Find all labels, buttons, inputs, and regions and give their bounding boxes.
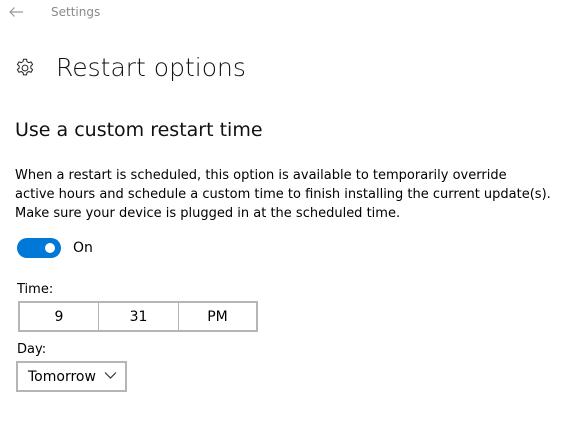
day-label: Day: xyxy=(17,342,47,357)
description-line: active hours and schedule a custom time … xyxy=(15,187,551,202)
toggle-label: On xyxy=(73,240,93,256)
hour-selector[interactable]: 9 xyxy=(20,303,99,330)
app-title: Settings xyxy=(51,5,101,19)
title-bar: Settings xyxy=(0,0,562,24)
description-line: Make sure your device is plugged in at t… xyxy=(15,206,401,221)
description-line: When a restart is scheduled, this option… xyxy=(15,168,507,183)
day-dropdown[interactable]: Tomorrow xyxy=(16,361,127,392)
chevron-down-icon xyxy=(104,372,117,379)
period-selector[interactable]: PM xyxy=(179,303,256,330)
section-description: When a restart is scheduled, this option… xyxy=(15,166,560,223)
custom-restart-toggle[interactable]: On xyxy=(17,238,93,258)
page-title: Restart options xyxy=(56,53,246,82)
toggle-switch[interactable] xyxy=(17,238,61,258)
minute-selector[interactable]: 31 xyxy=(99,303,179,330)
settings-page: Settings Restart options Use a custom re… xyxy=(0,0,562,422)
arrow-left-icon xyxy=(9,7,23,17)
toggle-knob xyxy=(45,243,55,253)
section-title: Use a custom restart time xyxy=(15,119,263,141)
day-dropdown-value: Tomorrow xyxy=(28,368,96,385)
time-label: Time: xyxy=(17,282,54,297)
gear-icon xyxy=(16,58,34,76)
time-picker[interactable]: 9 31 PM xyxy=(18,301,258,332)
back-button[interactable] xyxy=(6,2,26,22)
